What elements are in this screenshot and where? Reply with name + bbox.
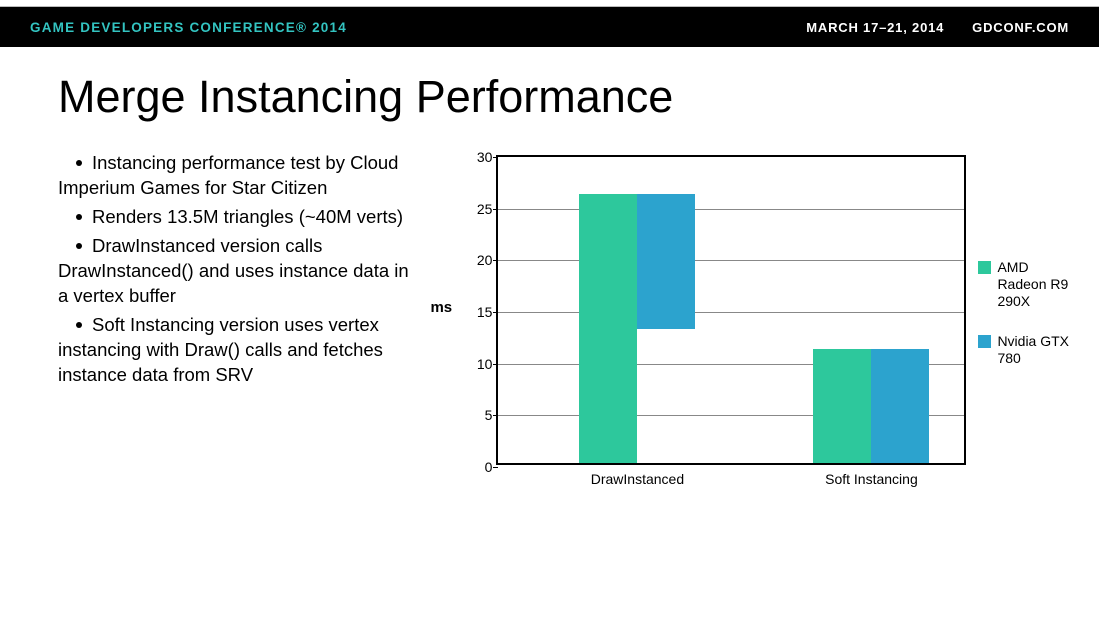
- chart-category-label: Soft Instancing: [788, 471, 954, 487]
- bullet-item: Soft Instancing version uses vertex inst…: [58, 313, 420, 388]
- chart-bar-group: Soft Instancing: [788, 349, 954, 463]
- conference-date: MARCH 17–21, 2014: [806, 20, 944, 35]
- chart-ytick: 10: [466, 356, 492, 372]
- conference-name: GAME DEVELOPERS CONFERENCE® 2014: [30, 20, 806, 35]
- chart-bar: [637, 194, 695, 328]
- bullet-dot-icon: [76, 322, 82, 328]
- chart-plot-area: 051015202530DrawInstancedSoft Instancing: [496, 155, 966, 465]
- bullet-dot-icon: [76, 243, 82, 249]
- bullet-item: DrawInstanced version calls DrawInstance…: [58, 234, 420, 309]
- bullet-item: Renders 13.5M triangles (~40M verts): [58, 205, 420, 230]
- bullet-dot-icon: [76, 160, 82, 166]
- chart-ytick: 20: [466, 252, 492, 268]
- chart-ytick: 0: [466, 459, 492, 475]
- bullet-dot-icon: [76, 214, 82, 220]
- chart-category-label: DrawInstanced: [554, 471, 720, 487]
- conference-site: GDCONF.COM: [972, 20, 1069, 35]
- legend-label: Nvidia GTX 780: [997, 333, 1079, 367]
- chart-bar: [871, 349, 929, 463]
- top-border: [0, 0, 1099, 7]
- legend-swatch-icon: [978, 335, 991, 348]
- chart-bar-group: DrawInstanced: [554, 194, 720, 463]
- chart-legend: AMD Radeon R9 290X Nvidia GTX 780: [978, 259, 1079, 391]
- chart-bar: [579, 194, 637, 463]
- chart-ytick: 30: [466, 149, 492, 165]
- legend-label: AMD Radeon R9 290X: [997, 259, 1079, 309]
- chart-ylabel: ms: [430, 299, 452, 316]
- bullet-item: Instancing performance test by Cloud Imp…: [58, 151, 420, 201]
- legend-entry: AMD Radeon R9 290X: [978, 259, 1079, 309]
- slide-title: Merge Instancing Performance: [58, 71, 1079, 123]
- bar-chart: ms 0 5 10 15 20 25 30 DrawInstanced Soft Instanc…: [430, 151, 1079, 511]
- legend-swatch-icon: [978, 261, 991, 274]
- chart-bar: [813, 349, 871, 463]
- conference-header: GAME DEVELOPERS CONFERENCE® 2014 MARCH 1…: [0, 7, 1099, 47]
- legend-entry: Nvidia GTX 780: [978, 333, 1079, 367]
- chart-ytick: 25: [466, 201, 492, 217]
- bullet-list: Instancing performance test by Cloud Imp…: [58, 151, 420, 511]
- chart-ytick: 5: [466, 407, 492, 423]
- chart-ytick: 15: [466, 304, 492, 320]
